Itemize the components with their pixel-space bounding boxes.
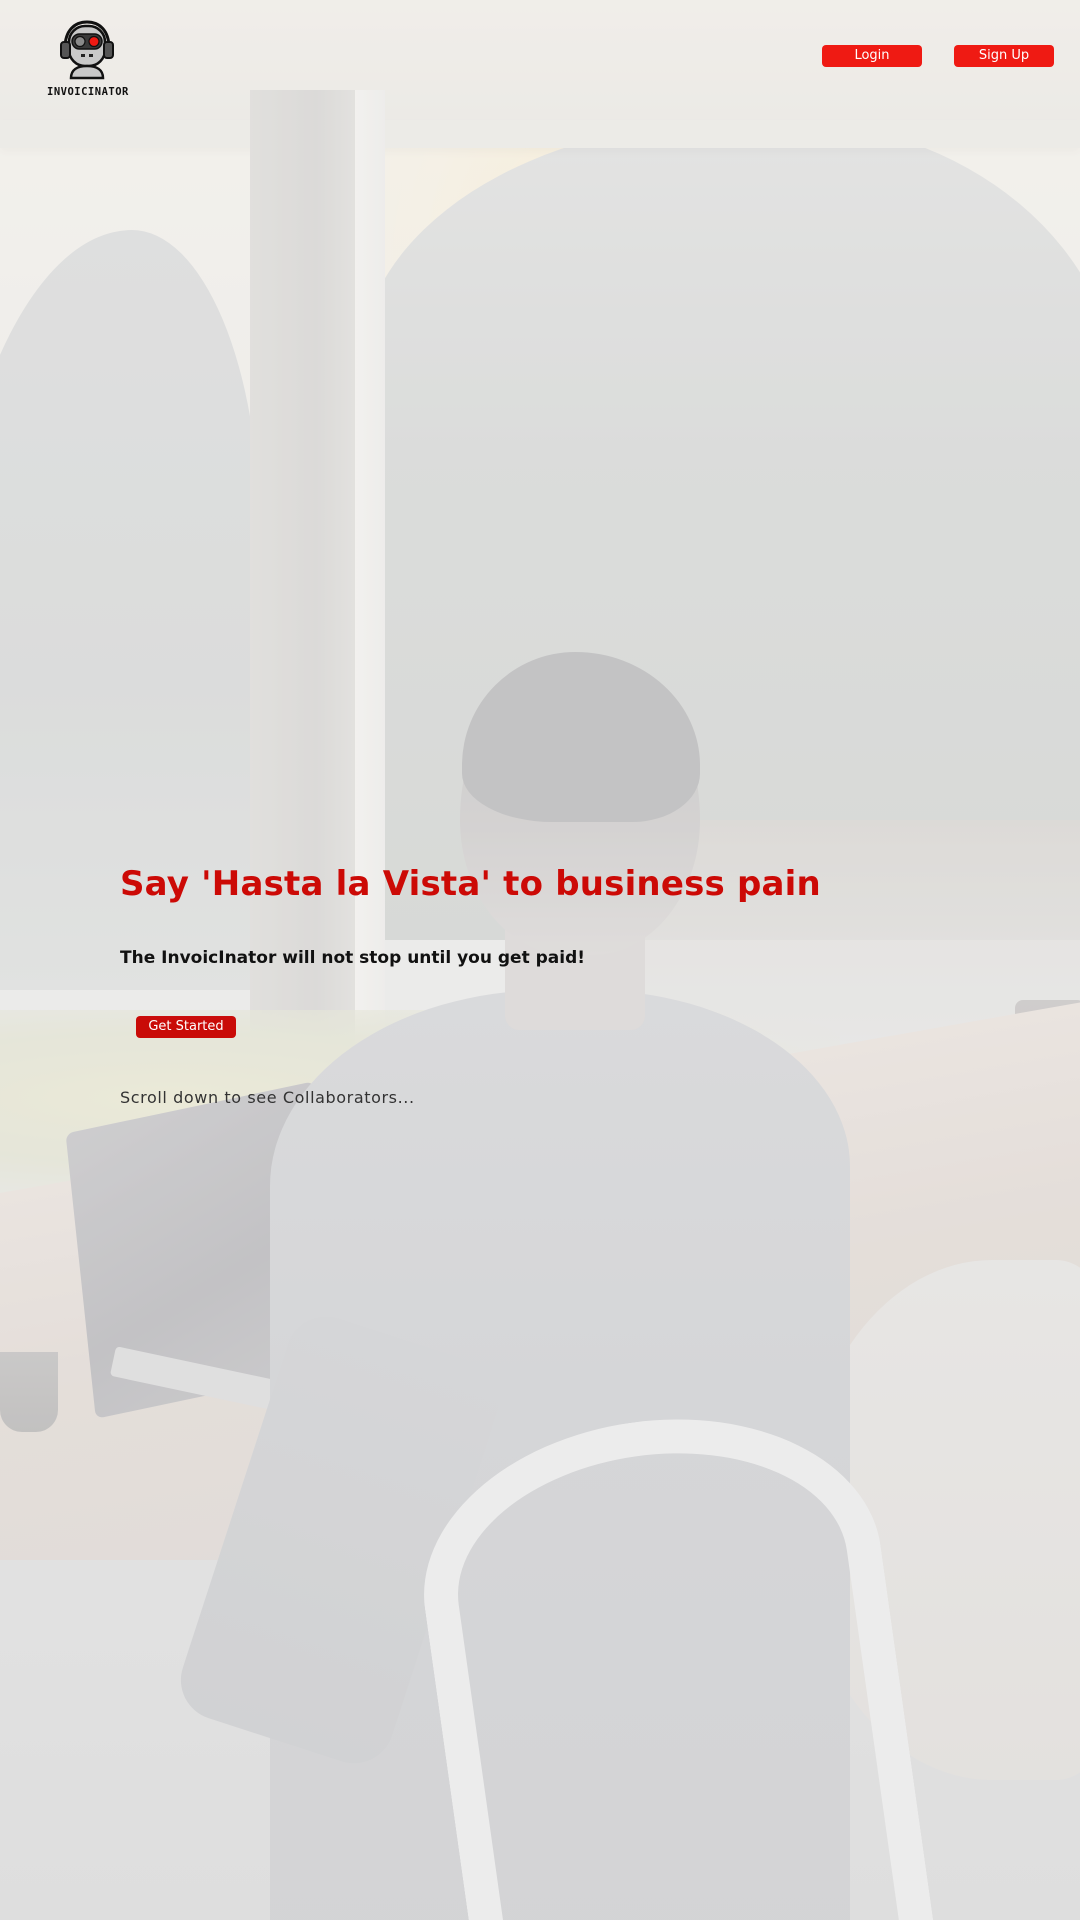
hero-subtitle: The InvoicInator will not stop until you…: [120, 948, 586, 968]
signup-button[interactable]: Sign Up: [954, 45, 1054, 67]
scroll-hint: Scroll down to see Collaborators...: [120, 1088, 415, 1107]
get-started-button[interactable]: Get Started: [136, 1016, 236, 1038]
login-button[interactable]: Login: [822, 45, 922, 67]
robot-headphones-icon: [60, 20, 114, 80]
brand-name: INVOICINATOR: [47, 86, 129, 98]
brand-logo[interactable]: INVOICINATOR: [47, 18, 129, 104]
landing-page: INVOICINATOR Login Sign Up Say 'Hasta la…: [0, 0, 1080, 1920]
hero-title: Say 'Hasta la Vista' to business pain: [120, 864, 821, 904]
